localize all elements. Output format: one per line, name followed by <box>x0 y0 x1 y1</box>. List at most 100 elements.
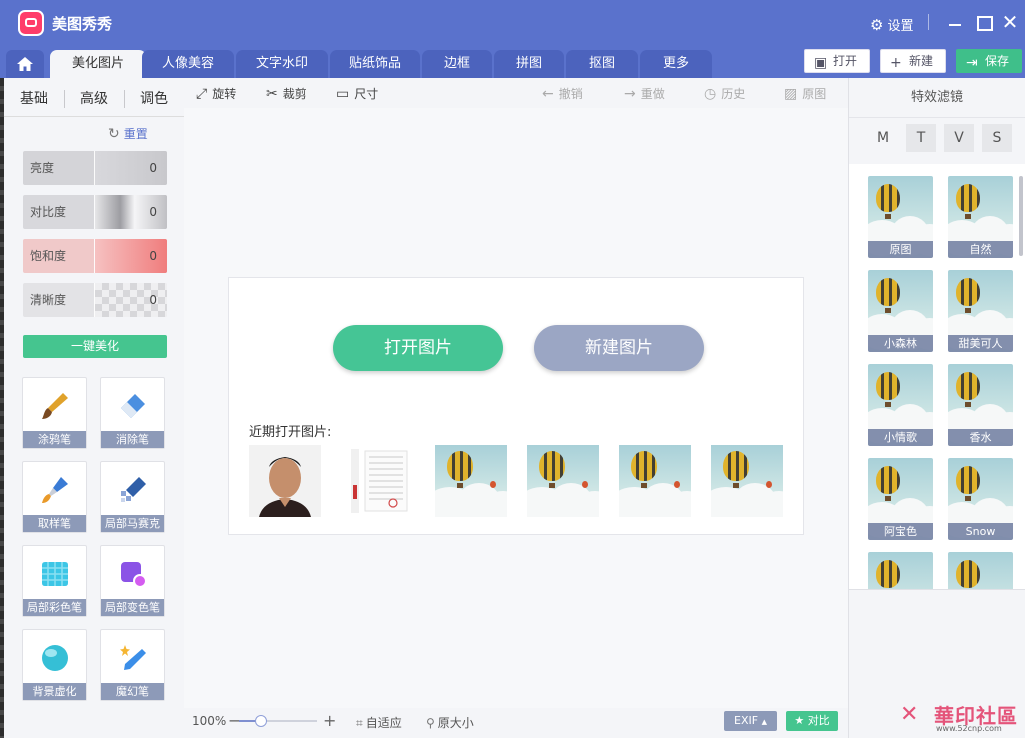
compare-button[interactable]: ★ 对比 <box>786 711 838 731</box>
tool-label: 魔幻笔 <box>101 683 164 700</box>
reset-button[interactable]: ↻ 重置 <box>108 125 148 142</box>
tab-more[interactable]: 更多 <box>640 50 712 78</box>
new-button[interactable]: + 新建 <box>880 49 946 73</box>
filter-item[interactable]: 小情歌 <box>868 364 933 446</box>
tab-stickers[interactable]: 贴纸饰品 <box>330 50 420 78</box>
filter-item[interactable] <box>868 552 933 589</box>
filter-item[interactable]: 香水 <box>948 364 1013 446</box>
tool-magic-pen[interactable]: 魔幻笔 <box>100 629 165 701</box>
settings-button[interactable]: ⚙ 设置 <box>870 15 913 34</box>
title-bar: 美图秀秀 ⚙ 设置 ✕ <box>0 0 1025 46</box>
slider-label: 清晰度 <box>30 293 67 307</box>
tab-text-watermark[interactable]: 文字水印 <box>236 50 328 78</box>
tool-label: 取样笔 <box>23 515 86 532</box>
filter-list: 原图 自然 小森林 甜美可人 小情歌 香水 阿宝色 Snow <box>849 164 1025 590</box>
filter-tab-v[interactable]: V <box>944 124 974 152</box>
clock-icon: ◷ <box>704 86 717 102</box>
tool-mosaic-pen[interactable]: 局部马赛克 <box>100 461 165 533</box>
home-tab[interactable] <box>6 50 44 78</box>
undo-button[interactable]: ← 撤销 <box>542 85 583 102</box>
exif-button[interactable]: EXIF ▲ <box>724 711 777 731</box>
compare-label: 对比 <box>807 714 830 727</box>
recent-images-label: 近期打开图片: <box>249 425 332 440</box>
original-label: 原图 <box>802 87 827 101</box>
mosaic-pen-icon <box>121 477 146 502</box>
sharpness-slider[interactable]: 清晰度 0 <box>23 283 167 317</box>
filter-label: 小森林 <box>868 335 933 352</box>
brightness-slider[interactable]: 亮度 0 <box>23 151 167 185</box>
tool-local-color-pen[interactable]: 局部彩色笔 <box>22 545 87 617</box>
filter-label: 阿宝色 <box>868 523 933 540</box>
tab-beautify[interactable]: 美化图片 <box>50 50 146 78</box>
subtab-color[interactable]: 调色 <box>132 86 176 112</box>
redo-button[interactable]: → 重做 <box>624 85 665 102</box>
filter-tab-t[interactable]: T <box>906 124 936 152</box>
filter-label: 自然 <box>948 241 1013 258</box>
tool-doodle-pen[interactable]: 涂鸦笔 <box>22 377 87 449</box>
close-button[interactable]: ✕ <box>1001 12 1019 32</box>
recent-thumbnail[interactable] <box>619 445 691 517</box>
filter-tab-m[interactable]: M <box>868 124 898 152</box>
original-button[interactable]: ▨ 原图 <box>784 85 826 102</box>
undo-label: 撤销 <box>558 87 583 101</box>
one-click-beautify-button[interactable]: 一键美化 <box>23 335 167 358</box>
recent-thumbnail[interactable] <box>435 445 507 517</box>
tool-sample-pen[interactable]: 取样笔 <box>22 461 87 533</box>
tab-portrait[interactable]: 人像美容 <box>142 50 234 78</box>
open-button[interactable]: ▣ 打开 <box>804 49 870 73</box>
filter-panel: 特效滤镜 M T V S 原图 自然 小森林 甜美可人 小情歌 香水 阿宝色 S… <box>848 78 1025 738</box>
filter-scrollbar[interactable] <box>1019 176 1023 256</box>
fit-button[interactable]: ⌗ 自适应 <box>356 714 402 731</box>
filter-item[interactable]: 阿宝色 <box>868 458 933 540</box>
subtab-advanced[interactable]: 高级 <box>72 86 116 112</box>
portrait-thumbnail-image <box>249 445 321 517</box>
tab-cutout[interactable]: 抠图 <box>566 50 638 78</box>
zoom-slider-handle[interactable] <box>255 715 267 727</box>
size-button[interactable]: ▭ 尺寸 <box>336 85 378 102</box>
subtab-basic[interactable]: 基础 <box>12 86 56 112</box>
filter-tab-s[interactable]: S <box>982 124 1012 152</box>
arrow-left-icon: ← <box>542 86 554 102</box>
recent-thumbnail[interactable] <box>527 445 599 517</box>
rotate-button[interactable]: ⤢ 旋转 <box>196 85 236 102</box>
open-image-button[interactable]: 打开图片 <box>333 325 503 371</box>
maximize-button[interactable] <box>974 12 993 32</box>
resize-icon: ▭ <box>336 86 350 102</box>
filter-panel-title: 特效滤镜 <box>849 78 1025 118</box>
filter-item[interactable] <box>948 552 1013 589</box>
history-button[interactable]: ◷ 历史 <box>704 85 745 102</box>
filter-item[interactable]: 甜美可人 <box>948 270 1013 352</box>
tool-background-blur[interactable]: 背景虚化 <box>22 629 87 701</box>
slider-label: 亮度 <box>30 161 55 175</box>
balloon-thumbnail-image <box>435 445 507 517</box>
filter-label: 小情歌 <box>868 429 933 446</box>
zoom-slider[interactable] <box>239 715 317 727</box>
background-edge <box>0 78 4 738</box>
recent-thumbnail[interactable] <box>249 445 321 517</box>
filter-item[interactable]: 原图 <box>868 176 933 258</box>
star-icon: ★ <box>794 714 805 727</box>
minimize-button[interactable] <box>946 12 964 32</box>
balloon-thumbnail-image <box>711 445 783 517</box>
tool-eraser-pen[interactable]: 消除笔 <box>100 377 165 449</box>
new-image-button[interactable]: 新建图片 <box>534 325 704 371</box>
tool-local-recolor-pen[interactable]: 局部变色笔 <box>100 545 165 617</box>
tab-collage[interactable]: 拼图 <box>494 50 564 78</box>
filter-item[interactable]: Snow <box>948 458 1013 540</box>
crop-button[interactable]: ✂ 裁剪 <box>266 85 307 102</box>
recent-thumbnail[interactable] <box>711 445 783 517</box>
zoom-in-button[interactable]: + <box>323 711 336 730</box>
recent-thumbnail[interactable] <box>341 445 413 517</box>
edit-toolbar: ⤢ 旋转 ✂ 裁剪 ▭ 尺寸 ← 撤销 → 重做 ◷ 历史 ▨ 原图 <box>184 78 848 108</box>
filter-item[interactable]: 自然 <box>948 176 1013 258</box>
actual-size-button[interactable]: ⚲ 原大小 <box>426 714 474 731</box>
saturation-slider[interactable]: 饱和度 0 <box>23 239 167 273</box>
contrast-slider[interactable]: 对比度 0 <box>23 195 167 229</box>
slider-label: 对比度 <box>30 205 67 219</box>
tab-border[interactable]: 边框 <box>422 50 492 78</box>
tool-label: 背景虚化 <box>23 683 86 700</box>
app-logo-icon <box>18 10 44 36</box>
filter-item[interactable]: 小森林 <box>868 270 933 352</box>
save-button[interactable]: ⇥ 保存 <box>956 49 1022 73</box>
balloon-thumbnail-image <box>527 445 599 517</box>
